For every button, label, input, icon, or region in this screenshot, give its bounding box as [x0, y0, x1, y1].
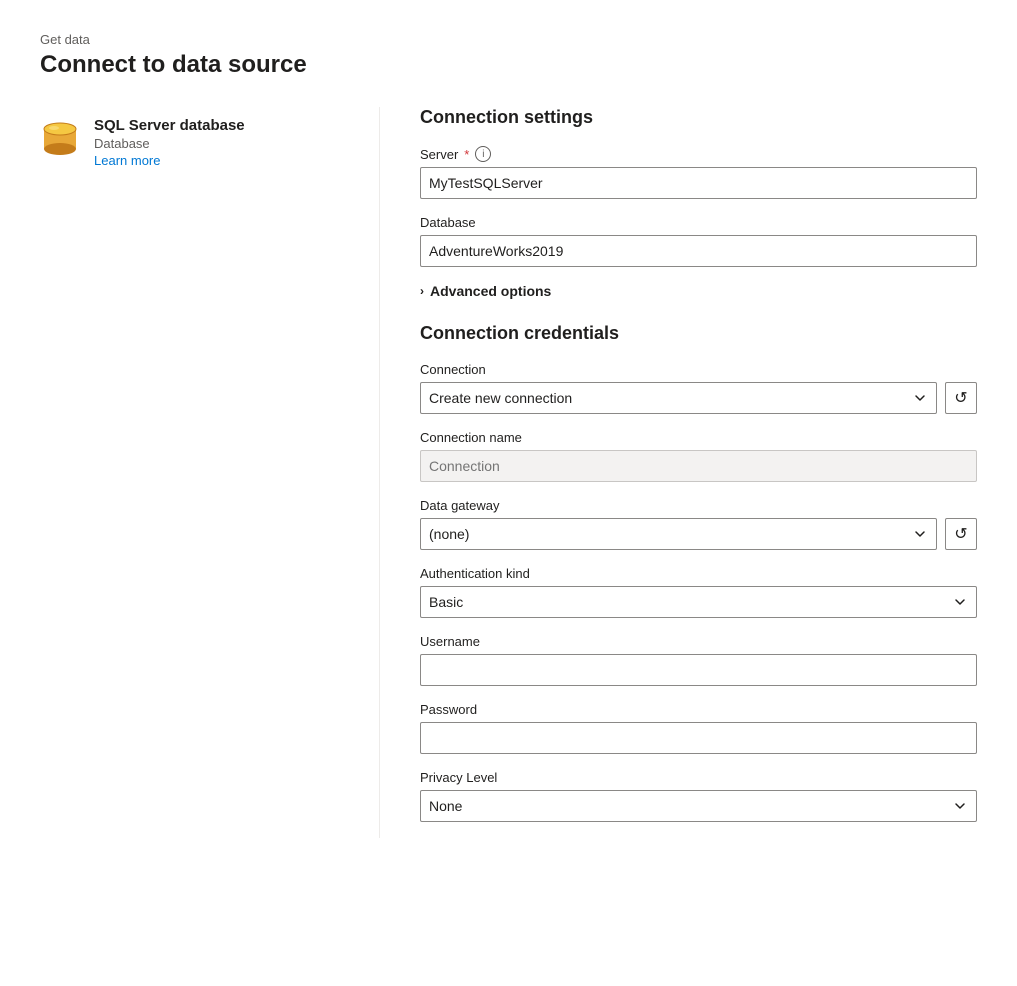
learn-more-link[interactable]: Learn more: [94, 153, 245, 168]
connection-settings-title: Connection settings: [420, 107, 977, 128]
connection-dropdown-wrapper: Create new connection ↺: [420, 382, 977, 414]
password-input[interactable]: [420, 722, 977, 754]
privacy-level-label: Privacy Level: [420, 770, 977, 785]
server-label: Server * i: [420, 146, 977, 162]
connection-label: Connection: [420, 362, 977, 377]
privacy-level-form-group: Privacy Level None Public Organizational…: [420, 770, 977, 822]
connection-form-group: Connection Create new connection ↺: [420, 362, 977, 414]
connection-name-input[interactable]: [420, 450, 977, 482]
data-gateway-form-group: Data gateway (none) ↺: [420, 498, 977, 550]
datasource-type: Database: [94, 136, 245, 151]
datasource-card: SQL Server database Database Learn more: [40, 107, 347, 178]
connection-credentials-section: Connection credentials Connection Create…: [420, 323, 977, 822]
database-label: Database: [420, 215, 977, 230]
auth-kind-label: Authentication kind: [420, 566, 977, 581]
server-form-group: Server * i: [420, 146, 977, 199]
data-gateway-refresh-button[interactable]: ↺: [945, 518, 977, 550]
database-form-group: Database: [420, 215, 977, 267]
connection-name-label: Connection name: [420, 430, 977, 445]
connection-select[interactable]: Create new connection: [420, 382, 937, 414]
chevron-right-icon: ›: [420, 284, 424, 298]
required-star: *: [464, 147, 469, 162]
advanced-options-toggle[interactable]: › Advanced options: [420, 283, 977, 299]
auth-kind-select[interactable]: Basic Windows Microsoft account Service …: [420, 586, 977, 618]
username-input[interactable]: [420, 654, 977, 686]
refresh-icon-2: ↺: [954, 524, 967, 544]
auth-kind-form-group: Authentication kind Basic Windows Micros…: [420, 566, 977, 618]
database-input[interactable]: [420, 235, 977, 267]
username-form-group: Username: [420, 634, 977, 686]
data-gateway-select[interactable]: (none): [420, 518, 937, 550]
connection-credentials-title: Connection credentials: [420, 323, 977, 344]
right-panel: Connection settings Server * i Database: [380, 107, 977, 838]
connection-name-form-group: Connection name: [420, 430, 977, 482]
privacy-level-select[interactable]: None Public Organizational Private: [420, 790, 977, 822]
username-label: Username: [420, 634, 977, 649]
password-form-group: Password: [420, 702, 977, 754]
server-info-icon[interactable]: i: [475, 146, 491, 162]
datasource-info: SQL Server database Database Learn more: [94, 117, 245, 168]
connection-refresh-button[interactable]: ↺: [945, 382, 977, 414]
page-subtitle: Get data: [40, 32, 977, 47]
refresh-icon: ↺: [954, 388, 967, 408]
data-gateway-dropdown-wrapper: (none) ↺: [420, 518, 977, 550]
server-input[interactable]: [420, 167, 977, 199]
datasource-name: SQL Server database: [94, 117, 245, 134]
left-panel: SQL Server database Database Learn more: [40, 107, 380, 838]
page-title: Connect to data source: [40, 51, 977, 79]
connection-settings-section: Connection settings Server * i Database: [420, 107, 977, 299]
sql-server-icon: [40, 119, 80, 159]
data-gateway-label: Data gateway: [420, 498, 977, 513]
password-label: Password: [420, 702, 977, 717]
